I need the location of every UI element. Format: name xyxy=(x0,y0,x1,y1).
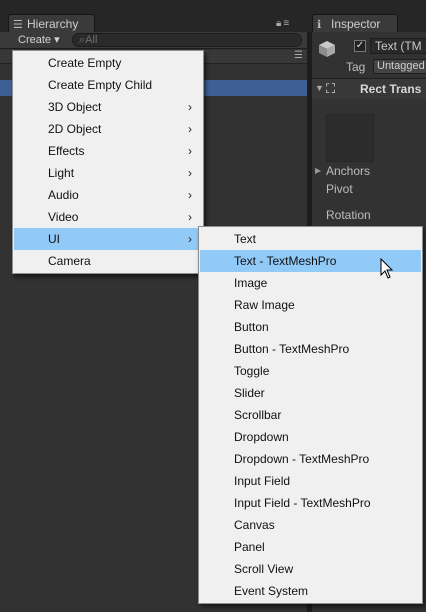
submenu-item-label: Event System xyxy=(234,584,309,598)
submenu-item-label: Dropdown xyxy=(234,430,289,444)
submenu-arrow-icon: › xyxy=(188,122,192,136)
submenu-item-label: Dropdown - TextMeshPro xyxy=(234,452,370,466)
create-dropdown-button[interactable]: Create ▾ xyxy=(12,33,64,48)
submenu-item-label: Scrollbar xyxy=(234,408,282,422)
submenu-item-panel[interactable]: Panel xyxy=(200,536,421,558)
tab-hierarchy-label: Hierarchy xyxy=(27,17,79,31)
tab-hierarchy[interactable]: ☰ Hierarchy xyxy=(8,14,95,34)
rect-transform-icon: ⛶ xyxy=(326,81,336,96)
hierarchy-toolbar: Create ▾ ⌕All xyxy=(0,32,307,49)
submenu-item-dropdown[interactable]: Dropdown xyxy=(200,426,421,448)
search-placeholder: All xyxy=(85,34,98,46)
anchor-presets-button[interactable] xyxy=(326,114,374,162)
tab-options[interactable]: 🔒︎≡ xyxy=(276,18,291,29)
create-menu: Create Empty Create Empty Child 3D Object ›… xyxy=(12,50,204,274)
submenu-item-label: Toggle xyxy=(234,364,270,378)
submenu-item-input-field-textmeshpro[interactable]: Input Field - TextMeshPro xyxy=(200,492,421,514)
menu-item-2d-object[interactable]: 2D Object › xyxy=(14,118,202,140)
submenu-item-dropdown-textmeshpro[interactable]: Dropdown - TextMeshPro xyxy=(200,448,421,470)
submenu-item-canvas[interactable]: Canvas xyxy=(200,514,421,536)
tag-label: Tag xyxy=(346,60,366,74)
anchors-fold-icon[interactable]: ▶ xyxy=(315,166,321,175)
submenu-item-label: Panel xyxy=(234,540,265,554)
rotation-label: Rotation xyxy=(326,208,371,222)
menu-item-label: 2D Object xyxy=(48,122,102,136)
tab-inspector[interactable]: ℹ Inspector xyxy=(312,14,398,34)
menu-item-3d-object[interactable]: 3D Object › xyxy=(14,96,202,118)
submenu-arrow-icon: › xyxy=(188,100,192,114)
menu-item-label: Create Empty xyxy=(48,56,122,70)
submenu-item-text[interactable]: Text xyxy=(200,228,421,250)
menu-item-label: Effects xyxy=(48,144,85,158)
mouse-cursor-icon xyxy=(380,258,394,279)
submenu-item-label: Input Field xyxy=(234,474,291,488)
submenu-item-scrollbar[interactable]: Scrollbar xyxy=(200,404,421,426)
submenu-item-scroll-view[interactable]: Scroll View xyxy=(200,558,421,580)
object-name-field[interactable]: Text (TM xyxy=(370,38,426,54)
submenu-item-label: Text xyxy=(234,232,257,246)
menu-item-label: Light xyxy=(48,166,75,180)
submenu-item-label: Raw Image xyxy=(234,298,295,312)
menu-item-create-empty[interactable]: Create Empty xyxy=(14,52,202,74)
menu-item-audio[interactable]: Audio › xyxy=(14,184,202,206)
submenu-item-slider[interactable]: Slider xyxy=(200,382,421,404)
submenu-arrow-icon: › xyxy=(188,232,192,246)
tag-dropdown[interactable]: Untagged xyxy=(373,59,426,74)
submenu-item-label: Input Field - TextMeshPro xyxy=(234,496,371,510)
submenu-item-raw-image[interactable]: Raw Image xyxy=(200,294,421,316)
menu-item-label: Audio xyxy=(48,188,79,202)
menu-item-label: 3D Object xyxy=(48,100,102,114)
submenu-item-label: Scroll View xyxy=(234,562,294,576)
scene-menu-icon[interactable]: ☰ xyxy=(294,50,303,61)
rect-transform-title: Rect Trans xyxy=(360,82,422,96)
submenu-item-button-textmeshpro[interactable]: Button - TextMeshPro xyxy=(200,338,421,360)
menu-item-camera[interactable]: Camera xyxy=(14,250,202,272)
hierarchy-search-input[interactable]: ⌕All xyxy=(72,33,302,47)
tab-inspector-label: Inspector xyxy=(331,17,381,31)
submenu-item-label: Button xyxy=(234,320,269,334)
menu-item-label: Create Empty Child xyxy=(48,78,153,92)
submenu-item-label: Image xyxy=(234,276,268,290)
submenu-arrow-icon: › xyxy=(188,210,192,224)
menu-item-label: Video xyxy=(48,210,79,224)
menu-icon[interactable]: ≡ xyxy=(283,18,291,29)
fold-arrow-icon[interactable]: ▼ xyxy=(315,83,324,93)
submenu-item-input-field[interactable]: Input Field xyxy=(200,470,421,492)
menu-item-light[interactable]: Light › xyxy=(14,162,202,184)
gameobject-cube-icon xyxy=(319,41,335,57)
submenu-item-toggle[interactable]: Toggle xyxy=(200,360,421,382)
anchors-label[interactable]: Anchors xyxy=(326,164,370,178)
submenu-item-label: Canvas xyxy=(234,518,275,532)
menu-item-video[interactable]: Video › xyxy=(14,206,202,228)
submenu-item-button[interactable]: Button xyxy=(200,316,421,338)
menu-item-effects[interactable]: Effects › xyxy=(14,140,202,162)
submenu-item-label: Slider xyxy=(234,386,265,400)
menu-item-create-empty-child[interactable]: Create Empty Child xyxy=(14,74,202,96)
rect-transform-header[interactable]: ▼ ⛶ Rect Trans xyxy=(312,79,426,99)
menu-item-ui[interactable]: UI › xyxy=(14,228,202,250)
submenu-arrow-icon: › xyxy=(188,188,192,202)
menu-item-label: Camera xyxy=(48,254,91,268)
submenu-arrow-icon: › xyxy=(188,166,192,180)
menu-item-label: UI xyxy=(48,232,60,246)
submenu-item-label: Button - TextMeshPro xyxy=(234,342,350,356)
submenu-item-event-system[interactable]: Event System xyxy=(200,580,421,602)
ui-submenu: Text Text - TextMeshPro Image Raw Image Butt… xyxy=(198,226,423,604)
window-tab-strip: ☰ Hierarchy 🔒︎≡ ℹ Inspector xyxy=(0,0,426,34)
submenu-item-label: Text - TextMeshPro xyxy=(234,254,337,268)
pivot-label: Pivot xyxy=(326,182,353,196)
active-checkbox[interactable]: ✓ xyxy=(354,40,366,52)
submenu-arrow-icon: › xyxy=(188,144,192,158)
